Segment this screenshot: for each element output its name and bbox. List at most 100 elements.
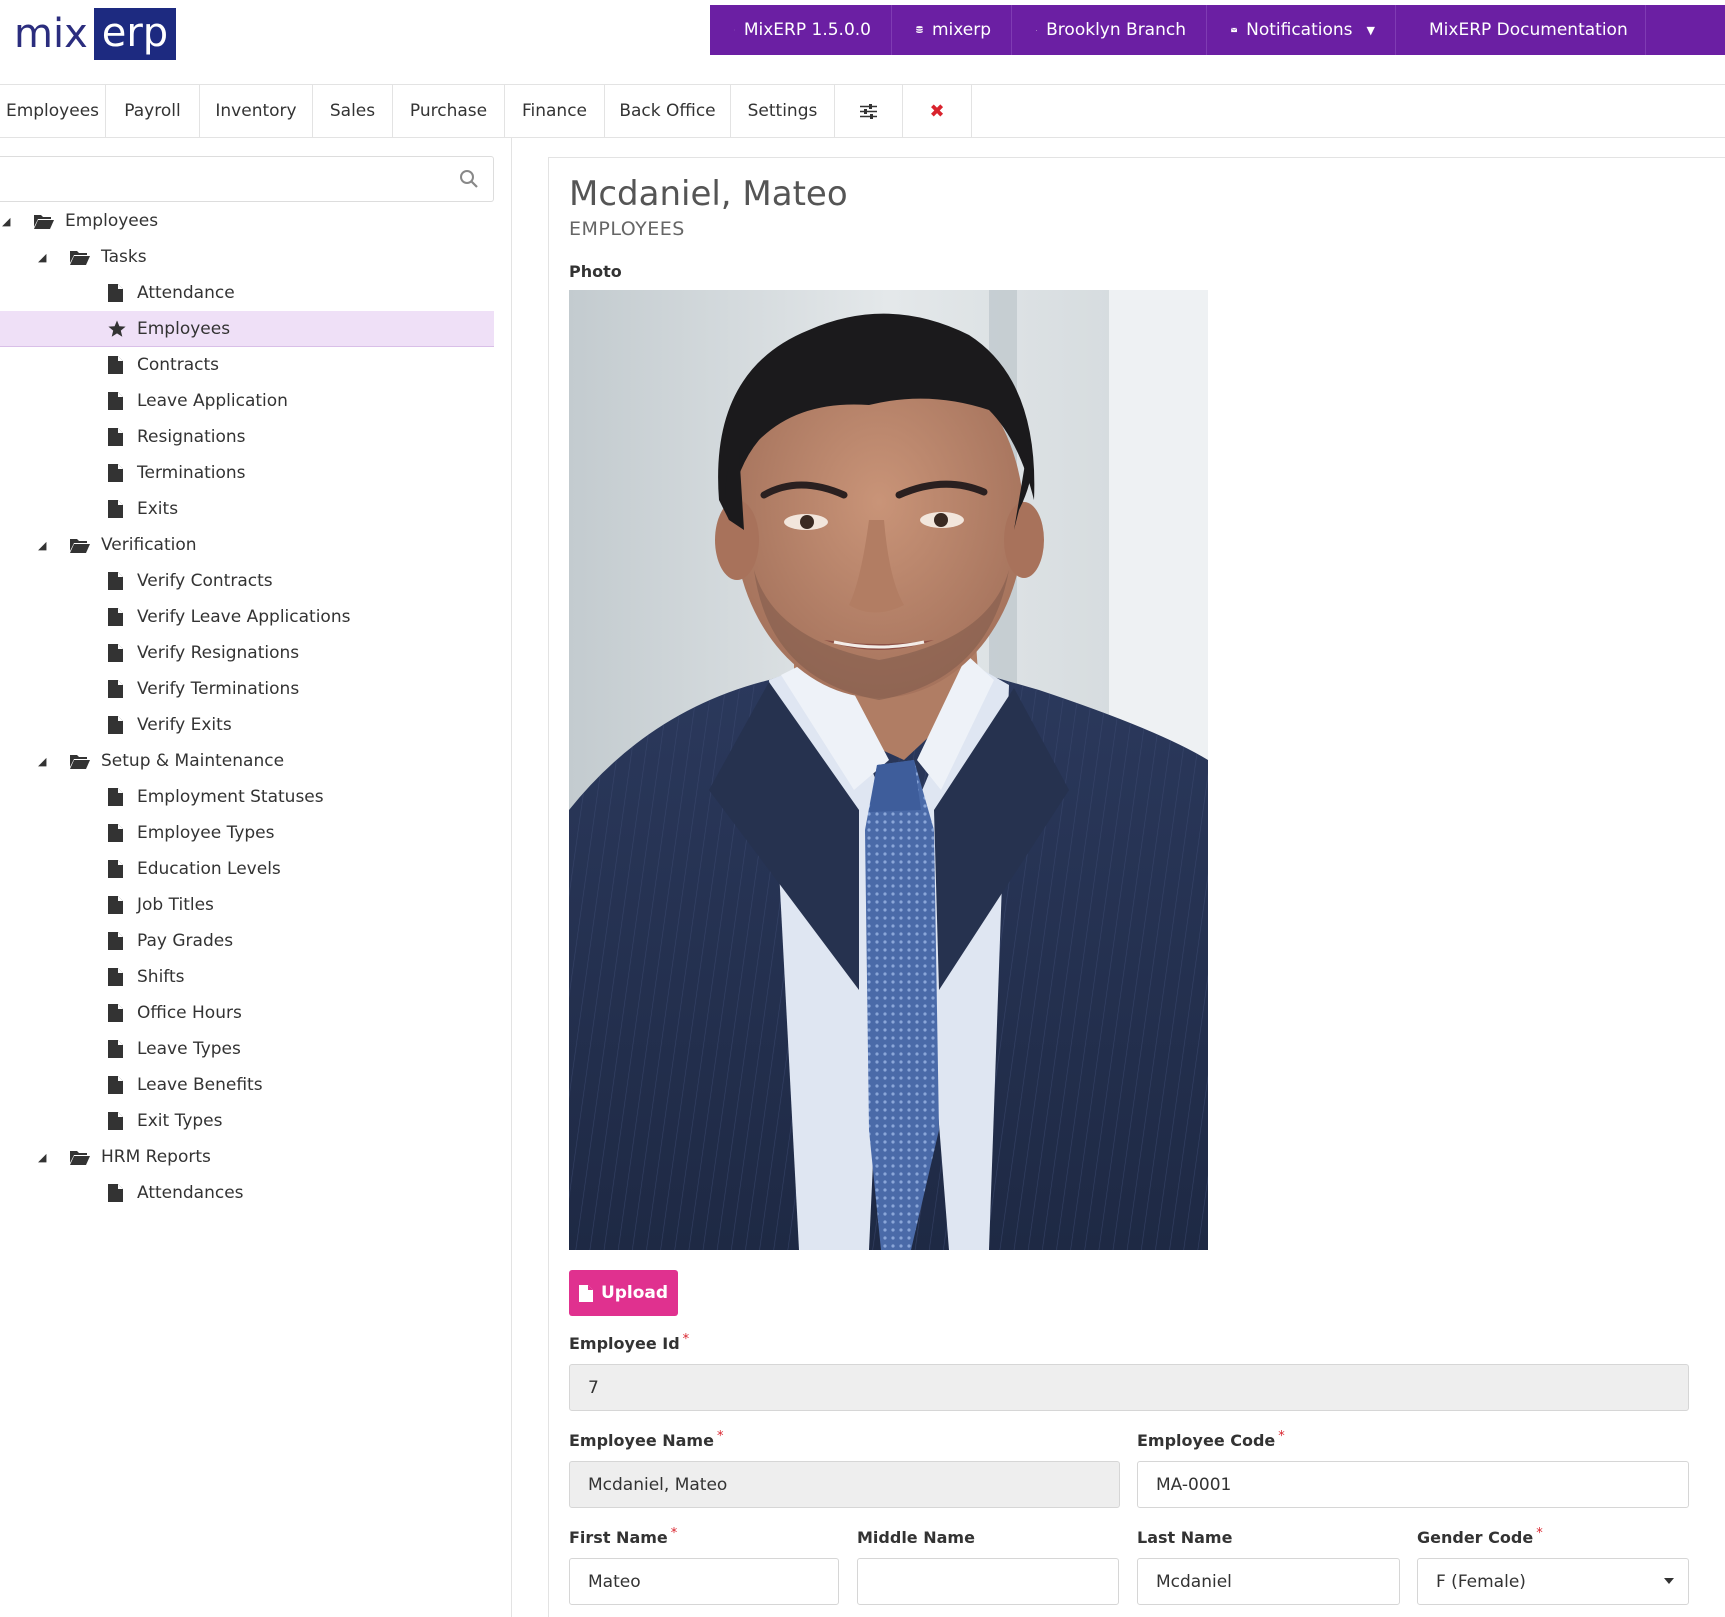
tree-item-terminations[interactable]: Terminations: [0, 455, 494, 491]
tree-item-verify-contracts[interactable]: Verify Contracts: [0, 563, 494, 599]
menu-payroll[interactable]: Payroll: [106, 85, 200, 137]
tree-item-leave-application[interactable]: Leave Application: [0, 383, 494, 419]
employee-name-label-text: Employee Name: [569, 1431, 714, 1450]
tree-item-label: Attendance: [137, 283, 235, 303]
gender-code-label-text: Gender Code: [1417, 1528, 1534, 1547]
documentation-link[interactable]: MixERP Documentation: [1396, 5, 1646, 55]
menu-settings[interactable]: Settings: [731, 85, 835, 137]
tree-item-label: Job Titles: [137, 895, 214, 915]
tree-item-label: Shifts: [137, 967, 185, 987]
top-navigation: MixERP 1.5.0.0 mixerp Brooklyn Branch No…: [710, 5, 1725, 55]
first-name-label-text: First Name: [569, 1528, 668, 1547]
menu-inventory[interactable]: Inventory: [200, 85, 313, 137]
employee-id-field[interactable]: 7: [569, 1364, 1689, 1411]
module-menu: Employees Payroll Inventory Sales Purcha…: [0, 84, 1725, 138]
tree-item-exit-types[interactable]: Exit Types: [0, 1103, 494, 1139]
tree-item-label: Education Levels: [137, 859, 281, 879]
search-icon[interactable]: [459, 169, 479, 189]
first-name-field[interactable]: Mateo: [569, 1558, 839, 1605]
employee-code-label-text: Employee Code: [1137, 1431, 1276, 1450]
notifications-label: Notifications: [1246, 20, 1353, 40]
tree-item-attendance[interactable]: Attendance: [0, 275, 494, 311]
tree-search-input[interactable]: [0, 156, 494, 202]
tree-item-shifts[interactable]: Shifts: [0, 959, 494, 995]
last-name-label: Last Name: [1137, 1528, 1233, 1547]
employee-photo: [569, 290, 1208, 1250]
first-name-label: First Name *: [569, 1526, 678, 1547]
tree-item-leave-benefits[interactable]: Leave Benefits: [0, 1067, 494, 1103]
sliders-icon[interactable]: [835, 85, 903, 137]
version-link[interactable]: MixERP 1.5.0.0: [710, 5, 892, 55]
tree-item-contracts[interactable]: Contracts: [0, 347, 494, 383]
tree-item-label: Contracts: [137, 355, 219, 375]
menu-purchase[interactable]: Purchase: [393, 85, 505, 137]
tree-item-label: Tasks: [101, 247, 147, 267]
middle-name-field[interactable]: [857, 1558, 1119, 1605]
file-icon: [108, 860, 123, 878]
employee-name-label: Employee Name *: [569, 1429, 723, 1450]
tree-item-label: Verify Exits: [137, 715, 232, 735]
required-marker: *: [670, 1526, 678, 1541]
tree-item-label: Attendances: [137, 1183, 244, 1203]
employee-name-value: Mcdaniel, Mateo: [588, 1474, 728, 1495]
menu-finance[interactable]: Finance: [505, 85, 605, 137]
gender-code-value: F (Female): [1436, 1571, 1526, 1592]
employee-code-field[interactable]: MA-0001: [1137, 1461, 1689, 1508]
tree-item-hrm-reports[interactable]: ◢ HRM Reports: [0, 1139, 494, 1175]
notifications-dropdown[interactable]: Notifications ▼: [1207, 5, 1396, 55]
tree-item-label: Setup & Maintenance: [101, 751, 285, 771]
file-icon: [108, 464, 123, 482]
menu-employees[interactable]: Employees: [0, 85, 106, 137]
middle-name-label: Middle Name: [857, 1528, 975, 1547]
folder-open-icon: [70, 539, 90, 553]
tree-item-verify-leave-applications[interactable]: Verify Leave Applications: [0, 599, 494, 635]
tree-item-leave-types[interactable]: Leave Types: [0, 1031, 494, 1067]
tree-item-attendances[interactable]: Attendances: [0, 1175, 494, 1211]
tree-item-job-titles[interactable]: Job Titles: [0, 887, 494, 923]
folder-open-icon: [70, 755, 90, 769]
folder-open-icon: [70, 251, 90, 265]
file-icon: [108, 932, 123, 950]
tree-item-tasks[interactable]: ◢ Tasks: [0, 239, 494, 275]
last-name-field[interactable]: Mcdaniel: [1137, 1558, 1400, 1605]
upload-button[interactable]: Upload: [569, 1270, 678, 1316]
expand-arrow-icon[interactable]: ◢: [38, 251, 46, 264]
database-label: mixerp: [931, 20, 991, 40]
home-icon: [1036, 29, 1038, 31]
employee-name-field[interactable]: Mcdaniel, Mateo: [569, 1461, 1120, 1508]
tree-item-verification[interactable]: ◢ Verification: [0, 527, 494, 563]
gender-code-select[interactable]: F (Female): [1417, 1558, 1689, 1605]
tree-item-employees[interactable]: ◢ Employees: [0, 203, 494, 239]
tree-item-label: Leave Types: [137, 1039, 241, 1059]
tree-item-pay-grades[interactable]: Pay Grades: [0, 923, 494, 959]
mixerp-logo[interactable]: mix erp: [14, 8, 177, 60]
file-icon: [108, 968, 123, 986]
menu-back-office[interactable]: Back Office: [605, 85, 731, 137]
logo-mix-text: mix: [14, 11, 88, 57]
tree-item-employee-types[interactable]: Employee Types: [0, 815, 494, 851]
tree-item-employees[interactable]: Employees: [0, 311, 494, 347]
expand-arrow-icon[interactable]: ◢: [38, 1151, 46, 1164]
branch-link[interactable]: Brooklyn Branch: [1012, 5, 1207, 55]
close-icon[interactable]: ✖: [903, 85, 972, 137]
tree-item-verify-terminations[interactable]: Verify Terminations: [0, 671, 494, 707]
menu-sales[interactable]: Sales: [313, 85, 393, 137]
tree-item-verify-exits[interactable]: Verify Exits: [0, 707, 494, 743]
tree-item-verify-resignations[interactable]: Verify Resignations: [0, 635, 494, 671]
expand-arrow-icon[interactable]: ◢: [38, 755, 46, 768]
tree-item-office-hours[interactable]: Office Hours: [0, 995, 494, 1031]
employee-id-label: Employee Id *: [569, 1332, 689, 1353]
file-icon: [108, 572, 123, 590]
tree-item-resignations[interactable]: Resignations: [0, 419, 494, 455]
tree-item-setup-maintenance[interactable]: ◢ Setup & Maintenance: [0, 743, 494, 779]
tree-item-label: Employees: [65, 211, 159, 231]
tree-item-employment-statuses[interactable]: Employment Statuses: [0, 779, 494, 815]
tree-item-education-levels[interactable]: Education Levels: [0, 851, 494, 887]
tree-item-exits[interactable]: Exits: [0, 491, 494, 527]
database-link[interactable]: mixerp: [892, 5, 1012, 55]
documentation-label: MixERP Documentation: [1429, 20, 1628, 40]
expand-arrow-icon[interactable]: ◢: [2, 215, 10, 228]
first-name-value: Mateo: [588, 1571, 641, 1592]
file-icon: [108, 896, 123, 914]
expand-arrow-icon[interactable]: ◢: [38, 539, 46, 552]
